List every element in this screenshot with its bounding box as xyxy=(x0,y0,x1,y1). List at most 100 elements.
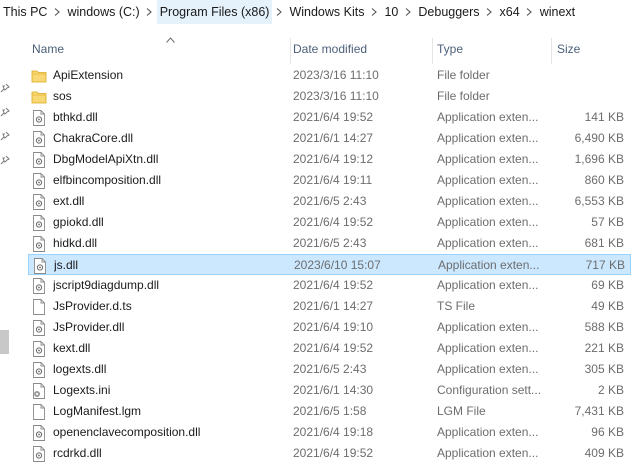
dll-file-icon xyxy=(31,422,47,443)
dll-file-icon xyxy=(31,107,47,128)
file-size: 69 KB xyxy=(591,278,624,292)
breadcrumb-windows-c[interactable]: windows (C:) xyxy=(64,0,142,24)
file-type: Application exten... xyxy=(437,173,539,187)
file-type: Application exten... xyxy=(437,362,539,376)
file-name: kext.dll xyxy=(53,341,91,355)
pin-icon[interactable] xyxy=(0,106,10,117)
file-type: Application exten... xyxy=(437,236,539,250)
file-row[interactable]: openenclavecomposition.dll 2021/6/4 19:18… xyxy=(28,422,631,443)
file-name: logexts.dll xyxy=(53,362,107,376)
file-name: hidkd.dll xyxy=(53,236,98,250)
breadcrumb-winext[interactable]: winext xyxy=(537,0,578,24)
file-name: Logexts.ini xyxy=(53,383,111,397)
file-size: 6,490 KB xyxy=(574,131,624,145)
file-name: jscript9diagdump.dll xyxy=(53,278,160,292)
file-type: Application exten... xyxy=(437,320,539,334)
pin-icon[interactable] xyxy=(0,154,10,165)
config-file-icon xyxy=(31,380,47,401)
column-size[interactable]: Size xyxy=(553,40,623,62)
file-row[interactable]: DbgModelApiXtn.dll 2021/6/4 19:12 Applicat… xyxy=(28,149,631,170)
file-row[interactable]: bthkd.dll 2021/6/4 19:52 Application exten… xyxy=(28,107,631,128)
chevron-right-icon[interactable] xyxy=(367,0,381,24)
pin-icon[interactable] xyxy=(0,130,10,141)
breadcrumb-10[interactable]: 10 xyxy=(381,0,401,24)
file-name: elfbincomposition.dll xyxy=(53,173,162,187)
file-row[interactable]: JsProvider.d.ts 2021/6/1 14:27 TS File 49 K… xyxy=(28,296,631,317)
column-date-modified[interactable]: Date modified xyxy=(289,40,433,62)
file-size: 49 KB xyxy=(591,299,624,313)
column-name[interactable]: Name xyxy=(28,40,290,62)
file-date-modified: 2021/6/4 19:52 xyxy=(293,341,374,355)
file-size: 7,431 KB xyxy=(574,404,624,418)
file-row-selected[interactable]: js.dll 2023/6/10 15:07 Application exten..… xyxy=(28,254,631,275)
file-size: 588 KB xyxy=(584,320,624,334)
file-size: 681 KB xyxy=(584,236,624,250)
file-type: Application exten... xyxy=(437,341,539,355)
file-type: Application exten... xyxy=(437,152,539,166)
file-size xyxy=(555,86,624,107)
file-date-modified: 2021/6/4 19:12 xyxy=(293,152,374,166)
breadcrumb-x64[interactable]: x64 xyxy=(497,0,523,24)
file-row[interactable]: gpiokd.dll 2021/6/4 19:52 Application exte… xyxy=(28,212,631,233)
file-size: 1,696 KB xyxy=(574,152,624,166)
file-type: Configuration sett... xyxy=(437,383,542,397)
folder-icon xyxy=(31,65,47,86)
chevron-right-icon[interactable] xyxy=(272,0,286,24)
file-name: openenclavecomposition.dll xyxy=(53,425,201,439)
file-row[interactable]: elfbincomposition.dll 2021/6/4 19:11 Appli… xyxy=(28,170,631,191)
file-date-modified: 2023/6/10 15:07 xyxy=(294,258,381,272)
file-name: ext.dll xyxy=(53,194,85,208)
file-type: Application exten... xyxy=(437,425,539,439)
file-row[interactable]: LogManifest.lgm 2021/6/5 1:58 LGM File 7,43… xyxy=(28,401,631,422)
file-size: 305 KB xyxy=(584,362,624,376)
column-divider[interactable] xyxy=(551,38,552,64)
chevron-right-icon[interactable] xyxy=(50,0,64,24)
file-row[interactable]: sos 2023/3/16 11:10 File folder xyxy=(28,86,631,107)
file-row[interactable]: ApiExtension 2023/3/16 11:10 File folder xyxy=(28,65,631,86)
file-name: sos xyxy=(53,89,72,103)
file-name: gpiokd.dll xyxy=(53,215,104,229)
sort-ascending-icon xyxy=(166,32,175,43)
file-size: 860 KB xyxy=(584,173,624,187)
breadcrumb-this-pc[interactable]: This PC xyxy=(0,0,50,24)
file-row[interactable]: jscript9diagdump.dll 2021/6/4 19:52 Applic… xyxy=(28,275,631,296)
chevron-right-icon[interactable] xyxy=(143,0,157,24)
file-row[interactable]: logexts.dll 2021/6/5 2:43 Application exte… xyxy=(28,359,631,380)
dll-file-icon xyxy=(31,170,47,191)
file-date-modified: 2021/6/4 19:11 xyxy=(293,173,373,187)
file-size: 141 KB xyxy=(584,110,624,124)
breadcrumb-windows-kits[interactable]: Windows Kits xyxy=(286,0,367,24)
file-row[interactable]: Logexts.ini 2021/6/1 14:30 Configuration s… xyxy=(28,380,631,401)
folder-icon xyxy=(31,86,47,107)
breadcrumb-debuggers[interactable]: Debuggers xyxy=(415,0,482,24)
dll-file-icon xyxy=(31,338,47,359)
file-name: bthkd.dll xyxy=(53,110,98,124)
chevron-right-icon[interactable] xyxy=(401,0,415,24)
file-row[interactable]: hidkd.dll 2021/6/5 2:43 Application exten.… xyxy=(28,233,631,254)
navigation-scrollbar-thumb[interactable] xyxy=(0,330,9,354)
dll-file-icon xyxy=(31,359,47,380)
file-name: ChakraCore.dll xyxy=(53,131,134,145)
file-row[interactable]: kext.dll 2021/6/4 19:52 Application exten.… xyxy=(28,338,631,359)
file-type: Application exten... xyxy=(437,215,539,229)
file-type: File folder xyxy=(437,68,490,82)
column-type[interactable]: Type xyxy=(433,40,551,62)
file-row[interactable]: ext.dll 2021/6/5 2:43 Application exten...… xyxy=(28,191,631,212)
file-row[interactable]: JsProvider.dll 2021/6/4 19:10 Application … xyxy=(28,317,631,338)
chevron-right-icon[interactable] xyxy=(523,0,537,24)
file-date-modified: 2021/6/5 1:58 xyxy=(293,404,367,418)
file-date-modified: 2021/6/4 19:18 xyxy=(293,425,374,439)
navigation-pane xyxy=(0,24,14,461)
pin-icon[interactable] xyxy=(0,82,10,93)
chevron-right-icon[interactable] xyxy=(483,0,497,24)
file-name: JsProvider.dll xyxy=(53,320,125,334)
file-date-modified: 2023/3/16 11:10 xyxy=(293,89,379,103)
file-date-modified: 2021/6/5 2:43 xyxy=(293,362,367,376)
file-type: Application exten... xyxy=(438,258,540,272)
dll-file-icon xyxy=(32,255,48,276)
file-row[interactable]: ChakraCore.dll 2021/6/1 14:27 Application … xyxy=(28,128,631,149)
file-date-modified: 2023/3/16 11:10 xyxy=(293,68,379,82)
file-name: js.dll xyxy=(54,258,79,272)
breadcrumb-program-files-x86[interactable]: Program Files (x86) xyxy=(156,0,273,24)
dll-file-icon xyxy=(31,317,47,338)
